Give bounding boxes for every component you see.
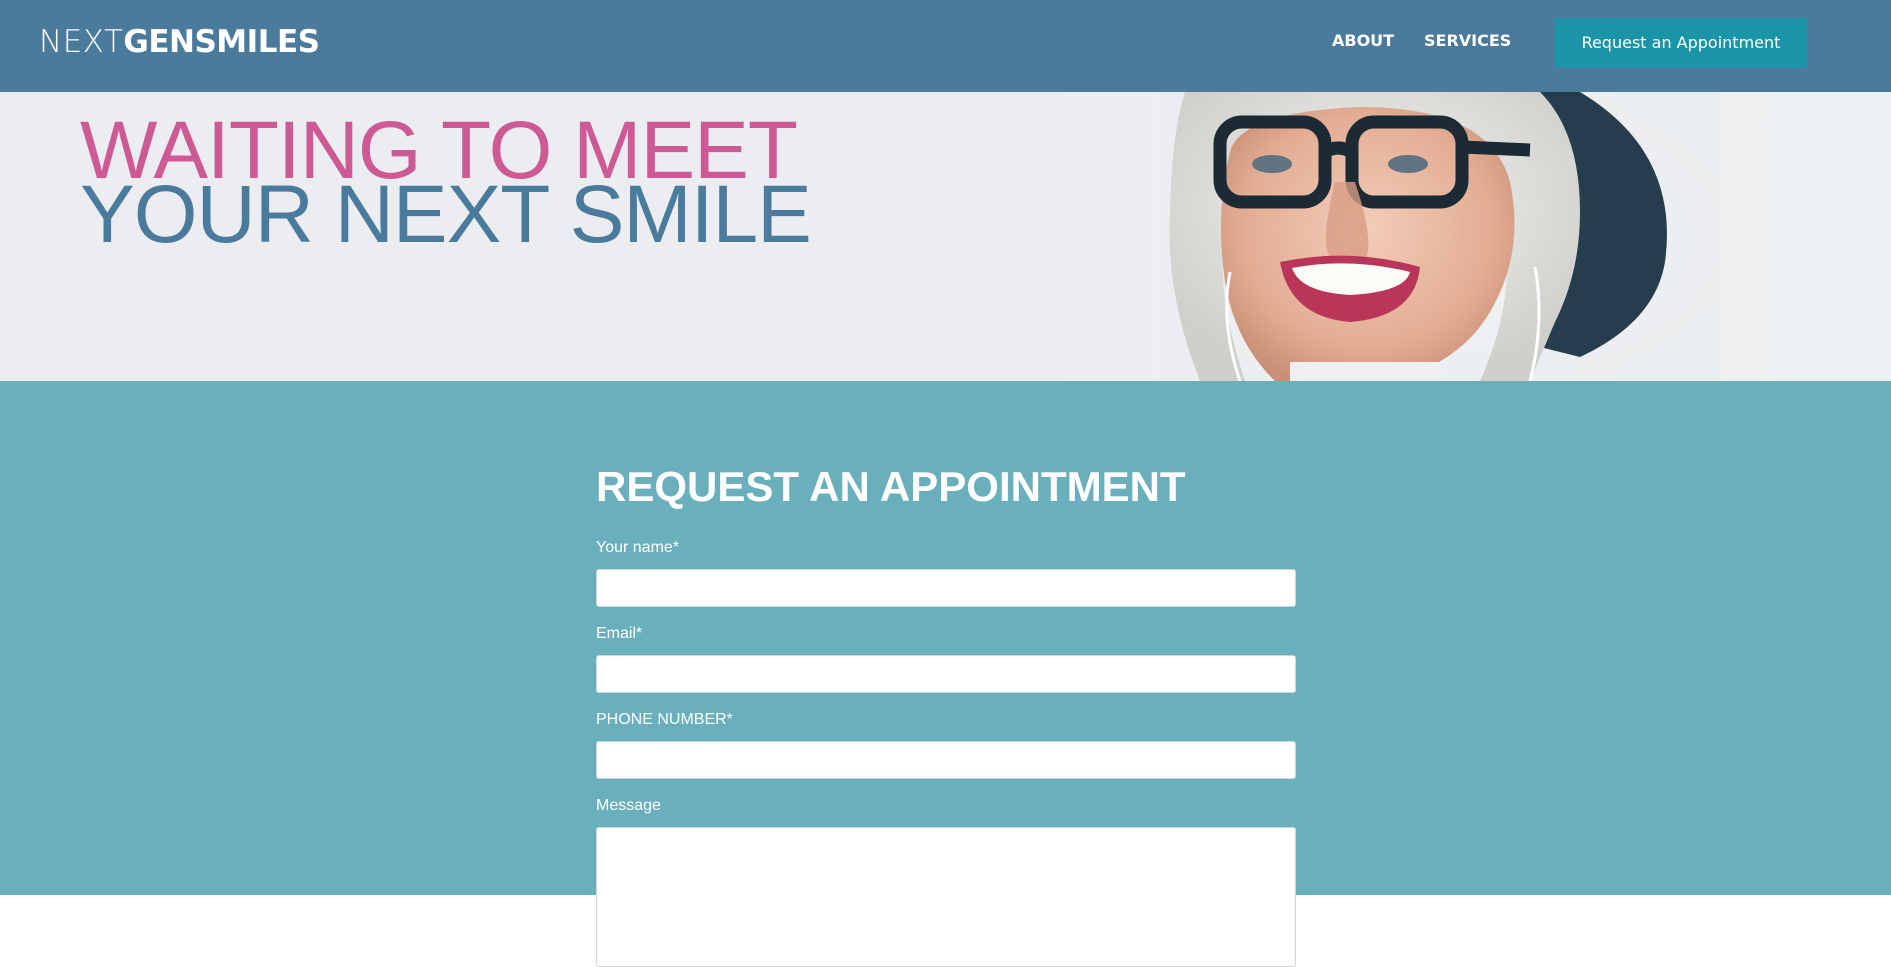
nav-about-link[interactable]: ABOUT: [1332, 31, 1394, 51]
email-field[interactable]: [596, 655, 1296, 693]
form-title: REQUEST AN APPOINTMENT: [596, 463, 1186, 510]
name-label: Your name*: [596, 539, 680, 556]
name-field[interactable]: [596, 569, 1296, 607]
phone-label: PHONE NUMBER*: [596, 711, 733, 728]
email-label: Email*: [596, 625, 643, 642]
logo-text-bold-2: SMILES: [194, 24, 320, 60]
smiling-senior-woman-photo: [1160, 92, 1720, 381]
nav-services-link[interactable]: SERVICES: [1424, 31, 1511, 51]
request-appointment-button[interactable]: Request an Appointment: [1555, 18, 1807, 68]
hero-banner: WAITING TO MEET YOUR NEXT SMILE: [0, 92, 1891, 381]
hero-headline-line-2: YOUR NEXT SMILE: [80, 169, 812, 260]
site-header: NEXTGENSMILES ABOUT SERVICES Request an …: [0, 0, 1891, 92]
phone-field[interactable]: [596, 741, 1296, 779]
message-label: Message: [596, 797, 661, 814]
site-logo[interactable]: NEXTGENSMILES: [39, 24, 320, 60]
logo-text-thin: NEXT: [39, 24, 124, 60]
message-field[interactable]: [596, 827, 1296, 967]
appointment-form-section: REQUEST AN APPOINTMENT Your name* Email*…: [0, 381, 1891, 967]
logo-text-bold: GEN: [123, 24, 195, 60]
